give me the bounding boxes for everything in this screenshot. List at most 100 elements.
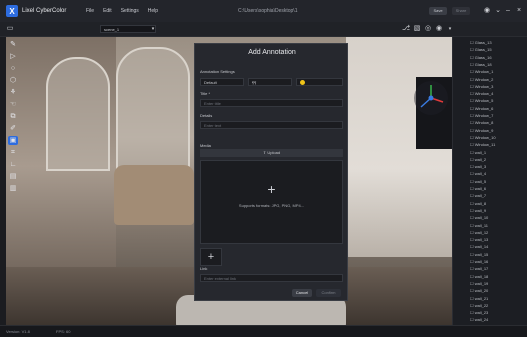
object-list-item[interactable]: ☐ wall_13 xyxy=(470,237,488,242)
object-list-item[interactable]: ☐ wall_6 xyxy=(470,186,486,191)
menu-edit[interactable]: Edit xyxy=(103,8,112,14)
status-bar xyxy=(0,325,527,337)
object-list-item[interactable]: ☐ Window_3 xyxy=(470,84,493,89)
left-toolbar: ✎ ▷ ○ ⬡ ⚘ ☜ ⧉ ✐ ▣ ⌗ ∟ ▤ ▥ xyxy=(8,40,20,210)
style-select[interactable]: Default xyxy=(200,78,244,86)
version-text: Version: V1.8 xyxy=(6,329,30,334)
share-node-icon[interactable]: ⎇ xyxy=(402,25,410,33)
object-list-item[interactable]: ☐ wall_3 xyxy=(470,164,486,169)
hand-icon[interactable]: ☜ xyxy=(8,100,18,109)
edit-icon[interactable]: ✐ xyxy=(8,124,18,133)
font-select[interactable]: ¶¶ xyxy=(248,78,292,86)
plus-icon: + xyxy=(267,181,276,197)
object-list-item[interactable]: ☐ wall_19 xyxy=(470,281,488,286)
object-list-item[interactable]: ☐ Window_5 xyxy=(470,98,493,103)
copy-icon[interactable]: ⧉ xyxy=(8,112,18,121)
image-icon[interactable]: ▧ xyxy=(413,25,421,33)
object-list-label: Window_9 xyxy=(474,127,494,133)
cancel-button[interactable]: Cancel xyxy=(292,289,312,297)
object-list-item[interactable]: ☐ wall_7 xyxy=(470,193,486,198)
menu-bar: File Edit Settings Help xyxy=(86,8,158,14)
share-button[interactable]: Share xyxy=(452,7,470,15)
object-list-item[interactable]: ☐ wall_16 xyxy=(470,259,488,264)
object-list-item[interactable]: ☐ Glass_13 xyxy=(470,40,492,45)
upload-button[interactable]: ⇪ Upload xyxy=(200,149,343,157)
add-media-button[interactable]: + xyxy=(200,248,222,266)
chevron-down-icon[interactable]: ⌄ xyxy=(494,7,502,15)
object-list-item[interactable]: ☐ Glass_15 xyxy=(470,47,492,52)
object-list-item[interactable]: ☐ Window_6 xyxy=(470,106,493,111)
object-list-item[interactable]: ☐ wall_2 xyxy=(470,157,486,162)
object-list-item[interactable]: ☐ wall_18 xyxy=(470,274,488,279)
fps-text: FPS: 60 xyxy=(56,329,71,334)
object-list-item[interactable]: ☐ Window_2 xyxy=(470,77,493,82)
object-list-label: wall_24 xyxy=(474,317,489,323)
object-list-item[interactable]: ☐ wall_1 xyxy=(470,150,486,155)
measure-icon[interactable]: ⌗ xyxy=(8,148,18,157)
object-list-item[interactable]: ☐ wall_15 xyxy=(470,252,488,257)
menu-settings[interactable]: Settings xyxy=(121,8,139,14)
scene-arch-center xyxy=(116,47,190,171)
object-list-item[interactable]: ☐ wall_22 xyxy=(470,303,488,308)
object-list-item[interactable]: ☐ wall_24 xyxy=(470,317,488,322)
object-list-item[interactable]: ☐ wall_10 xyxy=(470,215,488,220)
object-list-item[interactable]: ☐ wall_8 xyxy=(470,201,486,206)
object-list-label: wall_12 xyxy=(474,229,489,235)
minimize-icon[interactable]: – xyxy=(504,7,512,15)
object-list-label: wall_10 xyxy=(474,215,489,221)
details-input[interactable]: Enter text xyxy=(200,121,343,129)
brush-icon[interactable]: ✎ xyxy=(8,40,18,49)
target-icon[interactable]: ◎ xyxy=(424,25,432,33)
upload-label: Upload xyxy=(267,150,281,155)
object-list-item[interactable]: ☐ Window_7 xyxy=(470,113,493,118)
title-input[interactable]: Enter title xyxy=(200,99,343,107)
object-list-item[interactable]: ☐ Glass_18 xyxy=(470,62,492,67)
scene-select[interactable]: scene_1 xyxy=(100,25,156,33)
confirm-button[interactable]: Confirm xyxy=(316,289,341,297)
object-list-item[interactable]: ☐ Window_1 xyxy=(470,69,493,74)
object-list-item[interactable]: ☐ wall_23 xyxy=(470,310,488,315)
object-list-label: wall_1 xyxy=(474,149,487,155)
object-list-item[interactable]: ☐ Window_10 xyxy=(470,135,496,140)
object-list-item[interactable]: ☐ wall_12 xyxy=(470,230,488,235)
object-list-label: wall_20 xyxy=(474,288,489,294)
expand-icon[interactable]: ▷ xyxy=(8,52,18,61)
link-input[interactable]: Enter external link xyxy=(200,274,343,282)
chart-icon[interactable]: ⚘ xyxy=(8,88,18,97)
object-list-item[interactable]: ☐ wall_4 xyxy=(470,171,486,176)
chevron-down-icon[interactable]: ▾ xyxy=(149,25,157,33)
object-list-item[interactable]: ☐ wall_21 xyxy=(470,296,488,301)
object-list-label: Window_6 xyxy=(474,105,494,111)
title-label: Title * xyxy=(200,91,211,96)
scene-sofa xyxy=(114,165,194,225)
object-list-item[interactable]: ☐ Glass_16 xyxy=(470,55,492,60)
object-list-item[interactable]: ☐ Window_11 xyxy=(470,142,495,147)
object-list-item[interactable]: ☐ Window_4 xyxy=(470,91,493,96)
eye-icon[interactable]: ◉ xyxy=(435,25,443,33)
object-list-item[interactable]: ☐ wall_14 xyxy=(470,244,488,249)
object-list-item[interactable]: ☐ wall_9 xyxy=(470,208,486,213)
menu-file[interactable]: File xyxy=(86,8,94,14)
object-list-item[interactable]: ☐ Window_8 xyxy=(470,120,493,125)
angle-icon[interactable]: ∟ xyxy=(8,160,18,169)
cube-icon[interactable]: ⬡ xyxy=(8,76,18,85)
user-icon[interactable]: ◉ xyxy=(483,7,491,15)
chevron-down-icon[interactable]: ▾ xyxy=(446,25,454,33)
menu-help[interactable]: Help xyxy=(148,8,158,14)
close-icon[interactable]: × xyxy=(515,7,523,15)
object-list-label: wall_7 xyxy=(474,193,487,199)
document-icon[interactable]: ▥ xyxy=(8,184,18,193)
object-list-item[interactable]: ☐ wall_5 xyxy=(470,179,486,184)
circle-icon[interactable]: ○ xyxy=(8,64,18,73)
object-list-item[interactable]: ☐ Window_9 xyxy=(470,128,493,133)
object-list-item[interactable]: ☐ wall_11 xyxy=(470,223,488,228)
folder-icon[interactable]: ▭ xyxy=(6,25,14,33)
media-dropzone[interactable]: + Supports formats: JPG, PNG, MP4... xyxy=(200,160,343,244)
save-button[interactable]: Save xyxy=(429,7,447,15)
object-list-item[interactable]: ☐ wall_17 xyxy=(470,266,488,271)
object-list-label: wall_18 xyxy=(474,273,489,279)
navigation-compass[interactable] xyxy=(414,81,448,115)
file-icon[interactable]: ▤ xyxy=(8,172,18,181)
annotation-icon[interactable]: ▣ xyxy=(8,136,18,145)
object-list-item[interactable]: ☐ wall_20 xyxy=(470,288,488,293)
